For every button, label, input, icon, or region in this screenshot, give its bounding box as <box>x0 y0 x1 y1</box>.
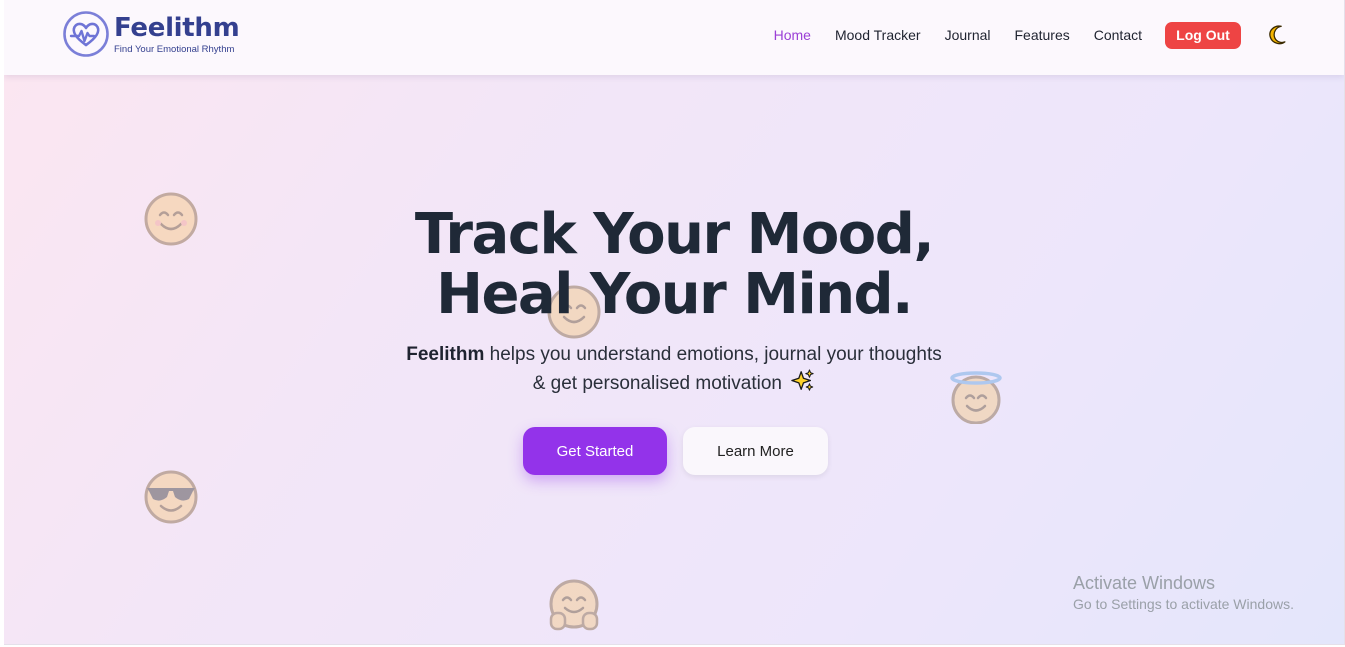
nav-link-features[interactable]: Features <box>1015 27 1070 43</box>
hero-subtitle: Feelithm helps you understand emotions, … <box>4 341 1344 398</box>
nav-link-contact[interactable]: Contact <box>1094 27 1142 43</box>
theme-toggle-button[interactable] <box>1267 24 1289 46</box>
nav-link-journal[interactable]: Journal <box>945 27 991 43</box>
sunglasses-face-icon <box>144 470 198 524</box>
hugging-face-icon <box>547 579 601 633</box>
hero-title-line-1: Track Your Mood, <box>414 202 935 267</box>
sparkles-icon <box>791 369 814 391</box>
brand-tagline: Find Your Emotional Rhythm <box>114 44 235 55</box>
moon-icon <box>1269 25 1286 45</box>
hero-title: Track Your Mood, Heal Your Mind. <box>4 205 1344 325</box>
nav-link-mood-tracker[interactable]: Mood Tracker <box>835 27 921 43</box>
brand-name: Feelithm <box>114 13 240 43</box>
hero-subtitle-brand: Feelithm <box>406 344 485 365</box>
hero-actions: Get Started Learn More <box>523 427 828 475</box>
app-window: Feelithm Find Your Emotional Rhythm Home… <box>4 0 1345 645</box>
learn-more-button[interactable]: Learn More <box>683 427 828 475</box>
navbar: Feelithm Find Your Emotional Rhythm Home… <box>4 0 1344 75</box>
heart-pulse-icon <box>63 11 109 57</box>
hero-subtitle-line-2: & get personalised motivation <box>532 373 782 394</box>
hero-subtitle-text: helps you understand emotions, journal y… <box>484 344 942 365</box>
logout-button[interactable]: Log Out <box>1165 21 1241 49</box>
nav-menu: Home Mood Tracker Journal Features Conta… <box>750 21 1289 49</box>
hero-section: Track Your Mood, Heal Your Mind. Feelith… <box>4 75 1344 644</box>
nav-link-home[interactable]: Home <box>774 27 811 43</box>
brand-logo[interactable]: Feelithm Find Your Emotional Rhythm <box>62 10 240 58</box>
watermark-title: Activate Windows <box>1073 573 1216 593</box>
get-started-button[interactable]: Get Started <box>523 427 667 475</box>
windows-activation-watermark: Activate Windows Go to Settings to activ… <box>1073 572 1294 614</box>
watermark-subtitle: Go to Settings to activate Windows. <box>1073 596 1294 612</box>
hero-title-line-2: Heal Your Mind. <box>436 262 913 327</box>
